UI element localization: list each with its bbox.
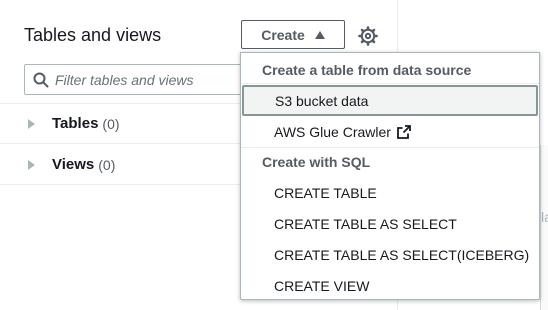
- create-button-label: Create: [261, 26, 305, 43]
- divider: [241, 83, 539, 84]
- filter-input[interactable]: [55, 65, 255, 94]
- menu-item-create-table-as-select[interactable]: CREATE TABLE AS SELECT: [241, 208, 539, 239]
- expand-triangle-icon[interactable]: [28, 118, 35, 129]
- external-link-icon: [397, 124, 411, 139]
- tree-item-count: (0): [98, 156, 116, 173]
- group-header-data-source: Create a table from data source: [262, 62, 472, 78]
- group-header-sql: Create with SQL: [262, 154, 371, 170]
- divider: [241, 147, 539, 148]
- create-dropdown-menu: Create a table from data source S3 bucke…: [240, 52, 540, 300]
- editor-background: la: [540, 145, 548, 310]
- gear-icon[interactable]: [358, 26, 378, 46]
- menu-item-s3-bucket-data[interactable]: S3 bucket data: [242, 85, 538, 116]
- menu-item-create-table-as-select-iceberg[interactable]: CREATE TABLE AS SELECT(ICEBERG): [241, 239, 539, 270]
- panel-title: Tables and views: [24, 25, 162, 45]
- search-icon: [33, 72, 49, 88]
- filter-search-field[interactable]: [24, 64, 264, 95]
- tree-item-label: Views: [52, 156, 95, 173]
- tree-item-label: Tables: [52, 115, 99, 132]
- tree-item-count: (0): [102, 115, 120, 132]
- clipped-text: la: [541, 209, 548, 225]
- caret-up-icon: [314, 30, 325, 39]
- create-button[interactable]: Create: [241, 20, 345, 49]
- menu-item-label: AWS Glue Crawler: [274, 123, 391, 140]
- menu-item-create-view[interactable]: CREATE VIEW: [241, 270, 539, 301]
- menu-item-aws-glue-crawler[interactable]: AWS Glue Crawler: [241, 116, 539, 147]
- expand-triangle-icon[interactable]: [28, 159, 35, 170]
- menu-item-create-table[interactable]: CREATE TABLE: [241, 177, 539, 208]
